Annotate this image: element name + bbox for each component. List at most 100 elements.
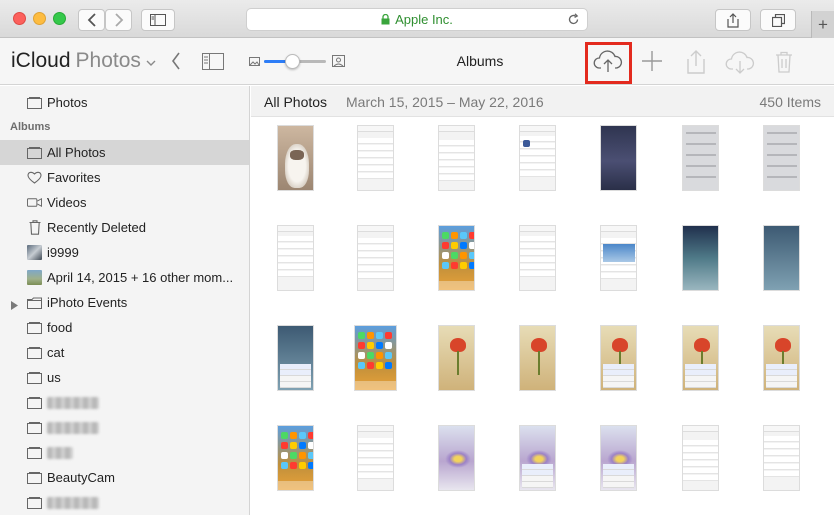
zoom-slider-knob[interactable] (284, 54, 300, 69)
trash-icon (776, 51, 792, 73)
album-thumbnail-icon (27, 270, 42, 285)
photo-thumbnail[interactable] (277, 325, 314, 391)
sidebar-item-videos[interactable]: Videos (0, 190, 249, 215)
sidebar-item-label: food (47, 320, 73, 335)
photo-thumbnail[interactable] (763, 425, 800, 491)
photo-thumbnail[interactable] (277, 125, 314, 191)
album-icon (27, 495, 42, 510)
photo-thumbnail[interactable] (438, 125, 475, 191)
sidebar-item-label: Videos (47, 195, 87, 210)
sidebar-item-photos[interactable]: Photos (0, 90, 249, 115)
forward-button[interactable] (105, 9, 132, 31)
photo-thumbnail[interactable] (277, 225, 314, 291)
download-button[interactable] (724, 49, 756, 75)
photo-thumbnail[interactable] (438, 225, 475, 291)
show-tabs-button[interactable] (760, 9, 796, 31)
sidebar-item-cat[interactable]: cat (0, 340, 249, 365)
show-sidebar-button[interactable] (141, 9, 175, 31)
address-bar[interactable]: Apple Inc. (246, 8, 588, 31)
upload-button-highlight (585, 42, 632, 84)
close-window-button[interactable] (13, 12, 26, 25)
share-button[interactable] (715, 9, 751, 31)
minimize-window-button[interactable] (33, 12, 46, 25)
delete-button[interactable] (773, 49, 795, 75)
photo-thumbnail[interactable] (682, 125, 719, 191)
sidebar-item-all-photos[interactable]: All Photos (0, 140, 249, 165)
album-icon (27, 145, 42, 160)
disclosure-triangle-icon[interactable] (11, 298, 18, 313)
sidebar-item-us[interactable]: us (0, 365, 249, 390)
photo-thumbnail[interactable] (682, 225, 719, 291)
back-to-albums-button[interactable] (166, 51, 186, 71)
app-switcher[interactable]: iCloud Photos (11, 49, 156, 73)
chevron-down-icon (146, 60, 156, 66)
sidebar-item-redacted-10[interactable] (0, 390, 249, 415)
zoom-window-button[interactable] (53, 12, 66, 25)
plus-icon: + (818, 14, 828, 34)
item-count: 450 Items (759, 94, 821, 110)
photo-thumbnail[interactable] (600, 125, 637, 191)
album-icon (27, 445, 42, 460)
sidebar-item-label: cat (47, 345, 65, 360)
photo-thumbnail[interactable] (682, 425, 719, 491)
photo-thumbnail[interactable] (357, 425, 394, 491)
sidebar-item-favorites[interactable]: Favorites (0, 165, 249, 190)
sidebar-item-april-14-2015-16-other-mom[interactable]: April 14, 2015 + 16 other mom... (0, 265, 249, 290)
album-icon (27, 95, 42, 110)
sidebar-item-redacted-12[interactable] (0, 440, 249, 465)
photo-thumbnail[interactable] (763, 225, 800, 291)
photo-thumbnail[interactable] (277, 425, 314, 491)
sidebar-item-redacted-11[interactable] (0, 415, 249, 440)
sidebar-item-label: BeautyCam (47, 470, 115, 485)
sidebar-item-label: Recently Deleted (47, 220, 146, 235)
zoom-slider[interactable] (264, 54, 326, 69)
sidebar-item-i9999[interactable]: i9999 (0, 240, 249, 265)
toggle-sidebar-button[interactable] (201, 51, 225, 71)
photo-thumbnail[interactable] (438, 425, 475, 491)
reload-icon[interactable] (567, 13, 580, 26)
photo-thumbnail[interactable] (600, 425, 637, 491)
photo-thumbnail[interactable] (682, 325, 719, 391)
photo-thumbnail[interactable] (600, 325, 637, 391)
plus-icon (642, 51, 662, 71)
new-tab-button[interactable]: + (811, 11, 834, 38)
chevron-left-icon (87, 13, 96, 27)
sidebar-item-redacted-14[interactable] (0, 490, 249, 515)
lock-icon (381, 14, 390, 25)
add-button[interactable] (640, 49, 664, 73)
app-toolbar: iCloud Photos Albums (0, 38, 834, 85)
album-icon (27, 395, 42, 410)
heart-icon (27, 170, 42, 185)
back-button[interactable] (78, 9, 105, 31)
album-icon (27, 470, 42, 485)
sidebar-item-food[interactable]: food (0, 315, 249, 340)
photo-thumbnail[interactable] (519, 125, 556, 191)
photo-thumbnail[interactable] (354, 325, 397, 391)
tabs-icon (771, 13, 785, 27)
sidebar-section-heading: Albums (10, 121, 51, 133)
sidebar-item-recently-deleted[interactable]: Recently Deleted (0, 215, 249, 240)
sidebar-item-label: i9999 (47, 245, 79, 260)
folder-icon (27, 295, 42, 310)
photo-thumbnail[interactable] (519, 425, 556, 491)
sidebar-icon (150, 14, 166, 26)
share-photos-button[interactable] (684, 49, 708, 75)
sidebar-item-iphoto-events[interactable]: iPhoto Events (0, 290, 249, 315)
photo-thumbnail[interactable] (763, 325, 800, 391)
browser-chrome: Apple Inc. + (0, 0, 834, 38)
redacted-album-name (47, 497, 99, 509)
photo-thumbnail[interactable] (519, 325, 556, 391)
redacted-album-name (47, 422, 99, 434)
photo-thumbnail[interactable] (519, 225, 556, 291)
trash-icon (27, 220, 42, 235)
sidebar-item-label: All Photos (47, 145, 106, 160)
share-icon (687, 50, 705, 74)
photo-thumbnail[interactable] (357, 125, 394, 191)
photo-thumbnail[interactable] (438, 325, 475, 391)
photo-thumbnail[interactable] (763, 125, 800, 191)
sidebar-item-beautycam[interactable]: BeautyCam (0, 465, 249, 490)
chevron-right-icon (114, 13, 123, 27)
photo-thumbnail[interactable] (600, 225, 637, 291)
album-icon (27, 345, 42, 360)
photo-thumbnail[interactable] (357, 225, 394, 291)
